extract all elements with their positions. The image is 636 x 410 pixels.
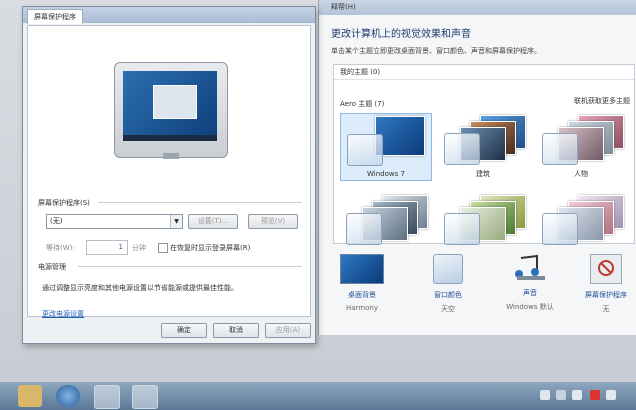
taskbar — [0, 382, 636, 410]
personalization-settings-bar: 桌面背景 Harmony 窗口颜色 天空 声音 Windows 默认 屏幕保护程… — [319, 248, 636, 318]
sounds-icon — [509, 254, 551, 282]
ok-button[interactable]: 确定 — [161, 323, 207, 338]
preview-taskbar — [123, 135, 217, 141]
resume-logon-checkbox[interactable] — [158, 243, 168, 253]
sounds-value: Windows 默认 — [506, 303, 554, 311]
screensaver-preview-monitor — [114, 62, 228, 159]
theme-glass-swatch — [346, 213, 382, 245]
personalization-menubar: 释帮(H) — [319, 0, 636, 15]
settings-button[interactable]: 设置(T)... — [188, 214, 238, 229]
monitor-stand — [163, 153, 179, 159]
get-more-themes-link[interactable]: 联机获取更多主题 — [574, 96, 630, 106]
wait-minutes-input[interactable]: 1 — [86, 240, 128, 255]
sounds-link[interactable]: 声音 Windows 默认 — [495, 248, 565, 312]
screensaver-link[interactable]: 屏幕保护程序 无 — [571, 248, 636, 314]
theme-windows7[interactable]: Windows 7 — [340, 113, 432, 181]
theme-name: 人物 — [574, 170, 588, 178]
sounds-label: 声音 — [523, 289, 537, 297]
preview-screen — [123, 71, 217, 141]
tab-screensaver[interactable]: 屏幕保护程序 — [27, 9, 83, 24]
screensaver-group-label: 屏幕保护程序(S) — [38, 199, 90, 207]
divider — [334, 79, 634, 80]
screensaver-value: 无 — [602, 305, 610, 313]
theme-name: 建筑 — [476, 170, 490, 178]
theme-glass-swatch — [444, 133, 480, 165]
theme-name: Windows 7 — [367, 170, 405, 178]
preview-window — [153, 85, 197, 119]
theme-architecture[interactable]: 建筑 — [438, 113, 528, 179]
tray-battery-icon[interactable] — [606, 390, 616, 400]
theme-glass-swatch — [542, 213, 578, 245]
screensaver-label: 屏幕保护程序 — [585, 291, 627, 299]
power-description: 通过调整显示亮度和其他电源设置以节省能源或提供最佳性能。 — [42, 284, 238, 292]
control-panel-taskbar-icon[interactable] — [94, 385, 120, 409]
window-color-value: 天空 — [441, 305, 455, 313]
apply-button[interactable]: 应用(A) — [265, 323, 311, 338]
screensaver-icon — [590, 254, 622, 284]
dialog-body: 屏幕保护程序(S) (无) ▼ 设置(T)... 预览(V) 等待(W): 1 … — [27, 25, 311, 319]
desktop-background-label: 桌面背景 — [348, 291, 376, 299]
window-taskbar-icon[interactable] — [132, 385, 158, 409]
screensaver-select[interactable]: (无) ▼ — [46, 214, 183, 229]
preview-button[interactable]: 预览(V) — [248, 214, 298, 229]
my-themes-header: 我的主题 (0) — [340, 68, 381, 76]
dialog-titlebar: 屏幕保护程序 — [23, 7, 315, 24]
desktop-background-value: Harmony — [346, 304, 378, 312]
theme-glass-swatch — [444, 213, 480, 245]
desktop-background-icon — [340, 254, 384, 284]
cancel-button[interactable]: 取消 — [213, 323, 259, 338]
browser-icon[interactable] — [56, 385, 80, 407]
window-color-icon — [433, 254, 463, 284]
help-menu-fragment[interactable]: 释帮(H) — [331, 3, 356, 11]
resume-logon-label: 在恢复时显示登录屏幕(R) — [170, 244, 251, 252]
chevron-down-icon[interactable]: ▼ — [170, 215, 182, 228]
theme-glass-swatch — [347, 134, 383, 166]
wait-minutes-value: 1 — [118, 243, 123, 251]
folder-icon[interactable] — [18, 385, 42, 407]
aero-themes-header: Aero 主题 (7) — [340, 100, 385, 108]
personalization-window: 释帮(H) 更改计算机上的视觉效果和声音 单击某个主题立即更改桌面背景、窗口颜色… — [318, 0, 636, 335]
window-color-link[interactable]: 窗口颜色 天空 — [413, 248, 483, 314]
wait-label: 等待(W): — [46, 244, 75, 252]
minutes-label: 分钟 — [132, 244, 146, 252]
page-subtitle: 单击某个主题立即更改桌面背景、窗口颜色、声音和屏幕保护程序。 — [331, 47, 541, 55]
themes-list: 我的主题 (0) Aero 主题 (7) 联机获取更多主题 Windows 7 … — [333, 64, 635, 245]
theme-people[interactable]: 人物 — [536, 113, 626, 179]
power-group-label: 电源管理 — [38, 263, 66, 271]
tray-network-icon[interactable] — [556, 390, 566, 400]
group-divider — [98, 202, 302, 203]
group-divider — [78, 266, 302, 267]
window-color-label: 窗口颜色 — [434, 291, 462, 299]
tray-volume-icon[interactable] — [572, 390, 582, 400]
change-power-settings-link[interactable]: 更改电源设置 — [42, 309, 84, 319]
screensaver-select-value: (无) — [50, 217, 63, 225]
screensaver-dialog: 屏幕保护程序 屏幕保护程序(S) (无) ▼ 设置(T)... 预览(V) 等待… — [22, 6, 316, 344]
tray-flag-icon[interactable] — [590, 390, 600, 400]
desktop-background-link[interactable]: 桌面背景 Harmony — [327, 248, 397, 312]
page-title: 更改计算机上的视觉效果和声音 — [331, 29, 471, 40]
theme-glass-swatch — [542, 133, 578, 165]
tray-up-arrow-icon[interactable] — [540, 390, 550, 400]
